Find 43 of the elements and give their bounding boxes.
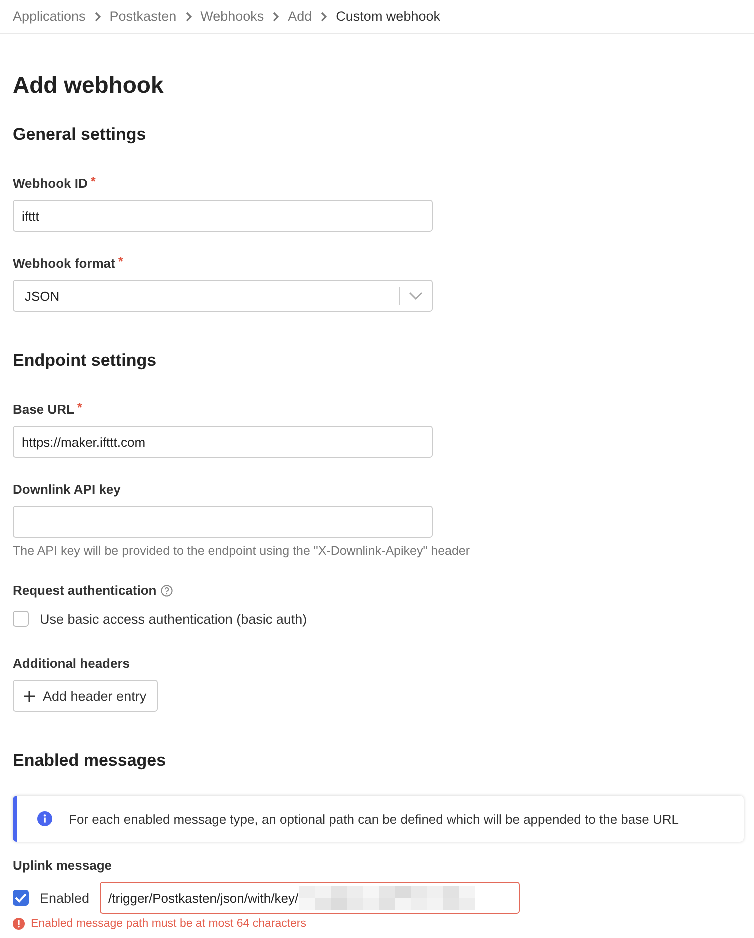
select-field[interactable]: JSON xyxy=(13,280,433,312)
breadcrumb-link[interactable]: Webhooks xyxy=(200,9,264,24)
breadcrumb-current[interactable]: Custom webhook xyxy=(336,9,440,24)
field-description: The API key will be provided to the endpoint using the "X-Downlink-Apikey" header xyxy=(13,543,472,559)
text-field[interactable]: ifttt xyxy=(13,200,433,232)
required-mark: * xyxy=(77,402,82,414)
field-label: Webhook ID xyxy=(13,176,88,192)
section-heading: Enabled messages xyxy=(13,750,168,772)
error-message: Enabled message path must be at most 64 characters xyxy=(31,918,307,930)
required-mark: * xyxy=(118,256,124,268)
checkbox[interactable] xyxy=(13,890,29,906)
checkbox-label[interactable]: Enabled xyxy=(40,890,90,906)
notice-text: For each enabled message type, an optional path can be defined which will be appended to the base URL xyxy=(69,812,679,826)
help-icon[interactable] xyxy=(160,585,173,597)
chevron-right-icon xyxy=(320,12,328,22)
text-field[interactable] xyxy=(13,506,433,538)
add-header-button[interactable]: Add header entry xyxy=(13,680,158,712)
chevron-right-icon xyxy=(272,12,280,22)
path-value: /trigger/Postkasten/json/with/key/ xyxy=(108,890,299,906)
section-heading: Endpoint settings xyxy=(13,350,158,372)
field-label: Base URL xyxy=(13,402,74,418)
error-icon xyxy=(13,918,25,930)
breadcrumb-link[interactable]: Postkasten xyxy=(110,9,177,24)
field-label: Additional headers xyxy=(13,656,130,672)
field-label: Webhook format xyxy=(13,256,116,272)
checkbox[interactable] xyxy=(13,611,29,627)
path-field[interactable]: /trigger/Postkasten/json/with/key/ xyxy=(100,882,520,914)
text-field[interactable]: https://maker.ifttt.com xyxy=(13,426,433,458)
field-label: Uplink message xyxy=(13,858,112,874)
section-heading: General settings xyxy=(13,124,148,146)
plus-icon xyxy=(24,690,35,702)
field-label: Request authentication xyxy=(13,583,157,599)
chevron-down-icon xyxy=(409,292,423,300)
chevron-right-icon xyxy=(184,12,193,22)
required-mark: * xyxy=(90,176,96,188)
field-label: Downlink API key xyxy=(13,482,121,498)
breadcrumb-link[interactable]: Add xyxy=(288,9,312,24)
page-title: Add webhook xyxy=(13,71,165,99)
select-value: JSON xyxy=(25,288,60,304)
chevron-right-icon xyxy=(94,12,102,22)
info-icon xyxy=(37,811,53,827)
checkbox-label[interactable]: Use basic access authentication (basic auth) xyxy=(40,612,308,626)
breadcrumb-link[interactable]: Applications xyxy=(13,9,86,24)
